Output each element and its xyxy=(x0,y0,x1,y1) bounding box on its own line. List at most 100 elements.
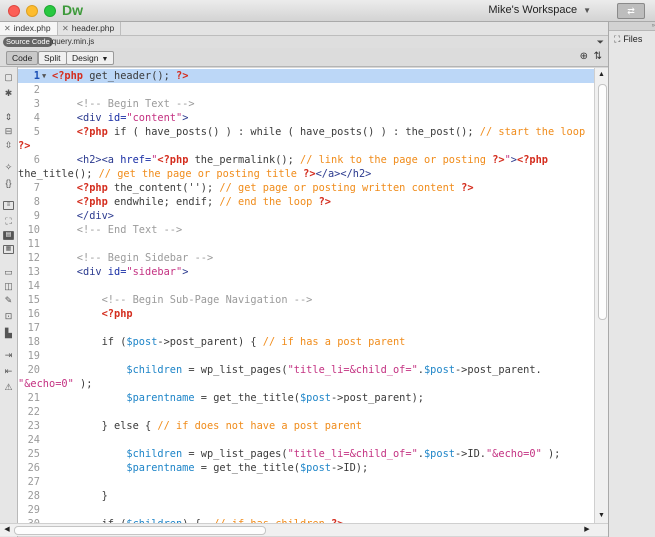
scroll-left-arrow[interactable]: ◀ xyxy=(2,525,12,535)
sync-settings-button[interactable]: ⇄ xyxy=(617,3,645,19)
indent-code-icon[interactable]: ⇥ xyxy=(3,351,14,360)
balance-braces-icon[interactable]: {} xyxy=(3,179,14,188)
line-numbers-icon[interactable]: ≡ xyxy=(3,201,14,210)
line-number[interactable]: 25 xyxy=(18,447,40,461)
close-tab-icon[interactable]: ✕ xyxy=(62,24,69,33)
code-line[interactable]: 27 xyxy=(18,475,594,489)
code-line[interactable]: 20 $children = wp_list_pages("title_li=&… xyxy=(18,363,594,377)
line-number[interactable]: 1 xyxy=(18,69,40,83)
remove-comment-icon[interactable]: ◫ xyxy=(3,282,14,291)
tab-index-php[interactable]: ✕ index.php xyxy=(0,22,58,35)
show-code-navigator-icon[interactable]: ✱ xyxy=(3,89,14,98)
move-css-icon[interactable]: ▙ xyxy=(3,329,14,338)
code-line[interactable]: 1 ▼ <?php get_header(); ?> xyxy=(18,69,594,83)
code-line[interactable]: 25 $children = wp_list_pages("title_li=&… xyxy=(18,447,594,461)
line-number[interactable]: 22 xyxy=(18,405,40,419)
workspace-switcher[interactable]: Mike's Workspace ▼ xyxy=(488,4,591,16)
line-number[interactable]: 4 xyxy=(18,111,40,125)
vertical-scrollbar[interactable]: ▲ ▼ xyxy=(594,68,608,523)
tab-header-php[interactable]: ✕ header.php xyxy=(58,22,122,35)
design-view-button[interactable]: Design ▼ xyxy=(66,51,115,65)
code-line[interactable]: 2 xyxy=(18,83,594,97)
outdent-code-icon[interactable]: ⇤ xyxy=(3,367,14,376)
code-line[interactable]: 4 <div id="content"> xyxy=(18,111,594,125)
maximize-window-button[interactable] xyxy=(44,5,56,17)
code-line[interactable]: 7 <?php the_content(''); // get page or … xyxy=(18,181,594,195)
code-line-wrap[interactable]: ?> xyxy=(18,139,594,153)
line-number[interactable]: 15 xyxy=(18,293,40,307)
code-line[interactable]: 11 xyxy=(18,237,594,251)
line-number[interactable]: 20 xyxy=(18,363,40,377)
line-number[interactable]: 21 xyxy=(18,391,40,405)
code-line[interactable]: 8 <?php endwhile; endif; // end the loop… xyxy=(18,195,594,209)
line-number[interactable]: 5 xyxy=(18,125,40,139)
scroll-down-arrow[interactable]: ▼ xyxy=(597,511,606,520)
collapse-selection-icon[interactable]: ⊟ xyxy=(3,127,14,136)
select-parent-tag-icon[interactable]: ✧ xyxy=(3,163,14,172)
line-number[interactable]: 11 xyxy=(18,237,40,251)
line-number[interactable]: 23 xyxy=(18,419,40,433)
scroll-up-arrow[interactable]: ▲ xyxy=(597,70,606,79)
line-number[interactable]: 24 xyxy=(18,433,40,447)
line-number[interactable]: 27 xyxy=(18,475,40,489)
horizontal-scrollbar[interactable]: ◀ ▶ xyxy=(0,523,608,536)
close-window-button[interactable] xyxy=(8,5,20,17)
code-line[interactable]: 19 xyxy=(18,349,594,363)
apply-comment-icon[interactable]: ▭ xyxy=(3,268,14,277)
live-preview-icon[interactable]: ⊕ xyxy=(580,51,588,62)
code-line[interactable]: 24 xyxy=(18,433,594,447)
line-number[interactable]: 29 xyxy=(18,503,40,517)
line-number[interactable]: 2 xyxy=(18,83,40,97)
horizontal-scroll-thumb[interactable] xyxy=(14,526,266,535)
code-line[interactable]: 14 xyxy=(18,279,594,293)
line-number[interactable]: 8 xyxy=(18,195,40,209)
scroll-right-arrow[interactable]: ▶ xyxy=(582,525,592,535)
code-line[interactable]: 18 if ($post->post_parent) { // if has a… xyxy=(18,335,594,349)
line-number[interactable]: 6 xyxy=(18,153,40,167)
minimize-window-button[interactable] xyxy=(26,5,38,17)
line-number[interactable]: 12 xyxy=(18,251,40,265)
code-line[interactable]: 22 xyxy=(18,405,594,419)
line-number[interactable]: 3 xyxy=(18,97,40,111)
code-view-button[interactable]: Code xyxy=(6,51,39,65)
code-line[interactable]: 15 <!-- Begin Sub-Page Navigation --> xyxy=(18,293,594,307)
line-number[interactable]: 17 xyxy=(18,321,40,335)
code-line-wrap[interactable]: "&echo=0" ); xyxy=(18,377,594,391)
collapse-tag-icon[interactable]: ⇕ xyxy=(3,113,14,122)
code-line[interactable]: 26 $parentname = get_the_title($post->ID… xyxy=(18,461,594,475)
line-number[interactable]: 14 xyxy=(18,279,40,293)
highlight-invalid-code-icon[interactable]: ⛶ xyxy=(3,217,14,226)
code-line[interactable]: 12 <!-- Begin Sidebar --> xyxy=(18,251,594,265)
code-line[interactable]: 10 <!-- End Text --> xyxy=(18,223,594,237)
code-line[interactable]: 9 </div> xyxy=(18,209,594,223)
code-line-wrap[interactable]: the_title(); // get the page or posting … xyxy=(18,167,594,181)
line-number[interactable]: 26 xyxy=(18,461,40,475)
code-line[interactable]: 5 <?php if ( have_posts() ) : while ( ha… xyxy=(18,125,594,139)
line-number[interactable]: 16 xyxy=(18,307,40,321)
code-line[interactable]: 6 <h2><a href="<?php the_permalink(); //… xyxy=(18,153,594,167)
fold-arrow-icon[interactable]: ▼ xyxy=(42,69,46,83)
files-panel-tab[interactable]: ⛶ Files xyxy=(614,34,642,45)
code-line[interactable]: 21 $parentname = get_the_title($post->po… xyxy=(18,391,594,405)
code-line[interactable]: 17 xyxy=(18,321,594,335)
auto-indent-icon[interactable]: ▦ xyxy=(3,245,14,254)
panel-collapse-grip[interactable]: » xyxy=(609,22,655,31)
line-number[interactable]: 28 xyxy=(18,489,40,503)
line-number[interactable]: 13 xyxy=(18,265,40,279)
split-view-button[interactable]: Split xyxy=(38,51,67,65)
code-line[interactable]: 16 <?php xyxy=(18,307,594,321)
vertical-scroll-thumb[interactable] xyxy=(598,84,607,320)
open-documents-icon[interactable]: ▢ xyxy=(3,73,14,82)
code-line[interactable]: 23 } else { // if does not have a post p… xyxy=(18,419,594,433)
line-number[interactable]: 9 xyxy=(18,209,40,223)
line-number[interactable]: 7 xyxy=(18,181,40,195)
line-number[interactable]: 18 xyxy=(18,335,40,349)
line-number[interactable]: 19 xyxy=(18,349,40,363)
related-file-jquery[interactable]: jquery.min.js xyxy=(50,36,94,48)
syntax-coloring-icon[interactable]: ▤ xyxy=(3,231,14,240)
format-source-icon[interactable]: ⚠ xyxy=(3,383,14,392)
code-line[interactable]: 3 <!-- Begin Text --> xyxy=(18,97,594,111)
close-tab-icon[interactable]: ✕ xyxy=(4,24,11,33)
code-line[interactable]: 28 } xyxy=(18,489,594,503)
recent-snippets-icon[interactable]: ⊡ xyxy=(3,312,14,321)
